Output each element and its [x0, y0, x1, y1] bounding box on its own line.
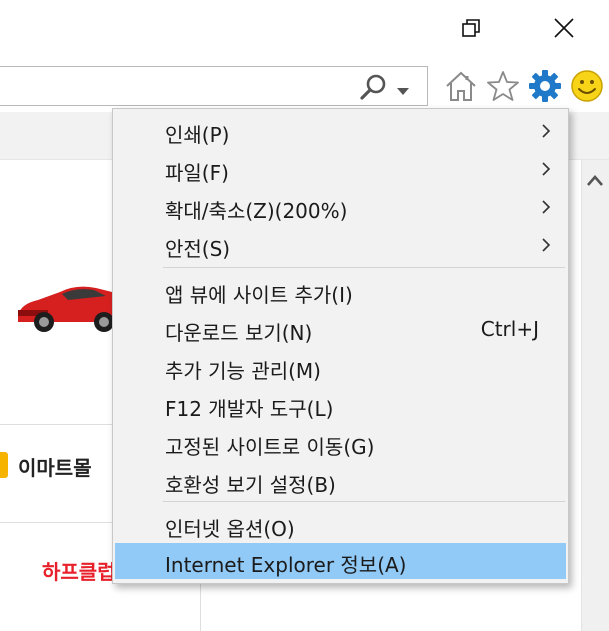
vertical-scrollbar[interactable]: [581, 160, 609, 631]
browser-window: 이마트몰 하프클럽 인쇄(P) 파일(F) 확대/축소(Z)(200%) 안전(…: [0, 0, 609, 631]
menu-item-label: 호환성 보기 설정(B): [165, 473, 336, 497]
restore-icon: [462, 19, 480, 37]
car-image: [18, 286, 120, 332]
close-button[interactable]: [541, 8, 587, 48]
menu-item-shortcut: Ctrl+J: [480, 317, 539, 341]
tools-menu: 인쇄(P) 파일(F) 확대/축소(Z)(200%) 안전(S) 앱 뷰에 사이…: [112, 108, 569, 584]
address-bar[interactable]: [0, 66, 428, 106]
menu-item-label: 인쇄(P): [165, 123, 230, 147]
menu-item-pinned-sites[interactable]: 고정된 사이트로 이동(G): [115, 425, 566, 461]
chevron-down-icon: [397, 88, 409, 95]
menu-item-add-to-apps[interactable]: 앱 뷰에 사이트 추가(I): [115, 273, 566, 309]
smiley-icon: [571, 70, 603, 102]
menu-item-compat-view[interactable]: 호환성 보기 설정(B): [115, 463, 566, 499]
search-button[interactable]: [359, 73, 389, 101]
menu-item-manage-addons[interactable]: 추가 기능 관리(M): [115, 349, 566, 385]
menu-item-label: 앱 뷰에 사이트 추가(I): [165, 283, 353, 307]
menu-item-view-downloads[interactable]: 다운로드 보기(N) Ctrl+J: [115, 311, 566, 347]
menu-item-label: 확대/축소(Z)(200%): [165, 199, 348, 223]
halfclub-link[interactable]: 하프클럽: [42, 556, 114, 585]
gear-icon: [529, 70, 561, 102]
chevron-up-icon: [587, 175, 603, 186]
emart-link[interactable]: 이마트몰: [18, 452, 114, 481]
feedback-button[interactable]: [569, 68, 605, 104]
home-icon: [446, 71, 476, 101]
chevron-right-icon: [542, 200, 551, 214]
chevron-right-icon: [542, 238, 551, 252]
tools-button[interactable]: [527, 68, 563, 104]
restore-button[interactable]: [448, 8, 494, 48]
menu-item-about-ie[interactable]: Internet Explorer 정보(A): [115, 543, 566, 579]
menu-item-print[interactable]: 인쇄(P): [115, 113, 566, 149]
chevron-right-icon: [542, 162, 551, 176]
scroll-up-button[interactable]: [584, 170, 606, 192]
title-bar: [0, 0, 609, 58]
menu-item-label: 고정된 사이트로 이동(G): [165, 435, 375, 459]
menu-item-label: Internet Explorer 정보(A): [165, 553, 407, 577]
close-icon: [554, 18, 574, 38]
menu-item-file[interactable]: 파일(F): [115, 151, 566, 187]
menu-item-label: 안전(S): [165, 237, 231, 261]
search-icon: [360, 74, 386, 100]
menu-separator: [163, 501, 565, 502]
menu-item-label: F12 개발자 도구(L): [165, 397, 334, 421]
emart-logo: [0, 452, 8, 478]
menu-item-label: 인터넷 옵션(O): [165, 517, 295, 541]
menu-item-internet-options[interactable]: 인터넷 옵션(O): [115, 507, 566, 543]
star-icon: [487, 71, 519, 101]
menu-item-safety[interactable]: 안전(S): [115, 227, 566, 263]
page-divider: [200, 580, 201, 631]
menu-item-label: 다운로드 보기(N): [165, 321, 313, 345]
favorites-button[interactable]: [485, 68, 521, 104]
menu-item-zoom[interactable]: 확대/축소(Z)(200%): [115, 189, 566, 225]
home-button[interactable]: [443, 68, 479, 104]
menu-item-label: 추가 기능 관리(M): [165, 359, 321, 383]
chevron-right-icon: [542, 124, 551, 138]
address-dropdown-button[interactable]: [396, 82, 410, 95]
menu-item-label: 파일(F): [165, 161, 229, 185]
menu-item-dev-tools[interactable]: F12 개발자 도구(L): [115, 387, 566, 423]
menu-separator: [163, 267, 565, 268]
